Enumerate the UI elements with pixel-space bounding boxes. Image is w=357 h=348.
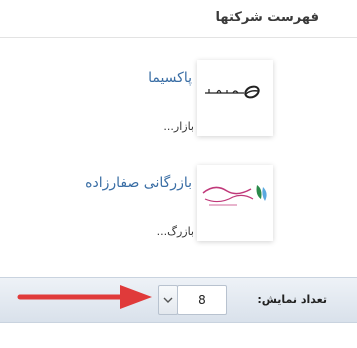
company-description: بازرگ... bbox=[156, 225, 194, 238]
company-logo[interactable] bbox=[197, 165, 273, 241]
paksima-logo bbox=[205, 85, 260, 99]
safarzadeh-logo bbox=[202, 185, 267, 206]
red-arrow-icon bbox=[17, 285, 152, 309]
company-logo[interactable] bbox=[197, 60, 273, 136]
widget-title: فهرست شرکتها bbox=[215, 10, 319, 25]
company-name-link[interactable]: پاکسیما bbox=[148, 70, 192, 86]
company-description: بازار... bbox=[163, 120, 194, 133]
chevron-down-icon bbox=[163, 297, 173, 303]
page-size-dropdown[interactable] bbox=[158, 285, 178, 315]
company-name-link[interactable]: بازرگانی صفارزاده bbox=[85, 175, 192, 191]
title-divider bbox=[0, 37, 357, 38]
page-size-input[interactable]: 8 bbox=[177, 285, 227, 315]
company-item: بازرگانی صفارزاده بازرگ... bbox=[0, 165, 357, 285]
page-size-label: تعداد نمایش: bbox=[257, 293, 327, 306]
company-item: پاکسیما بازار... bbox=[0, 60, 357, 180]
